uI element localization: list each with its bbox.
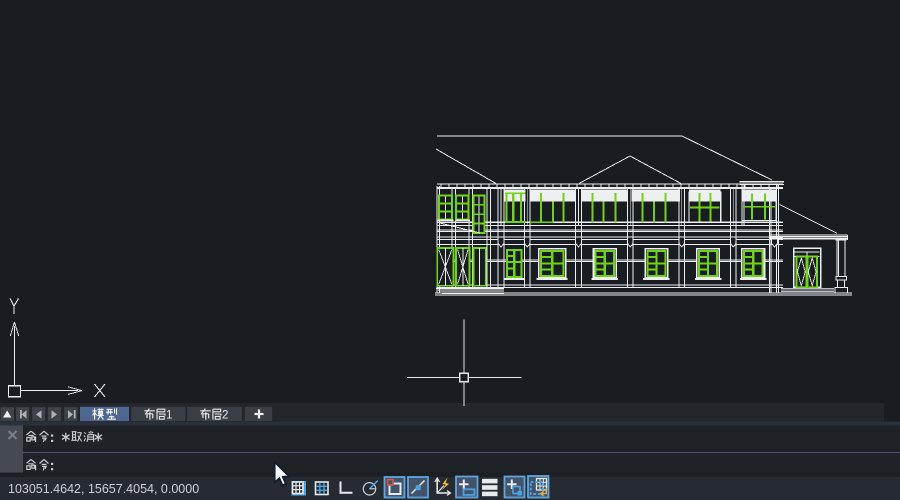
svg-text:103051.4642, 15657.4054, 0.000: 103051.4642, 15657.4054, 0.0000	[8, 482, 199, 496]
svg-text:1: 1	[166, 409, 172, 421]
svg-text:2: 2	[222, 409, 228, 421]
